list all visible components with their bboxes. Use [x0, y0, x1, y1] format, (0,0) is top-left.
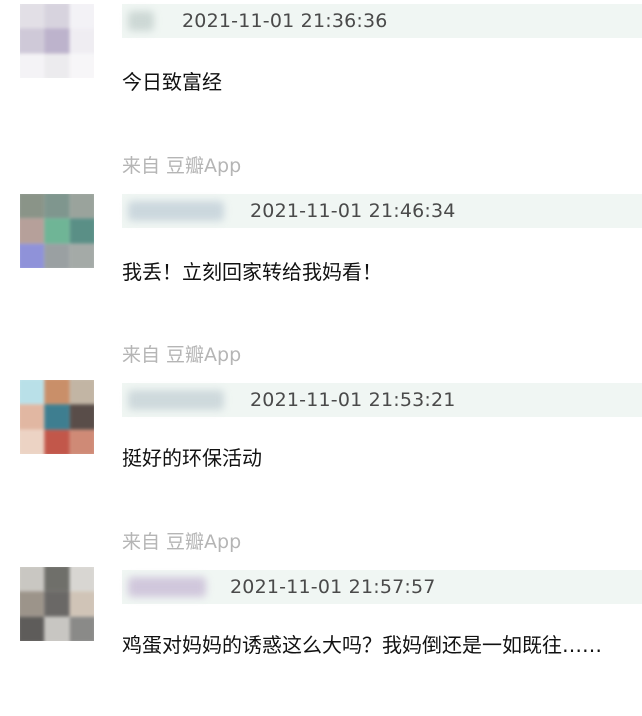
- comment-source: 来自 豆瓣App: [122, 155, 242, 177]
- comment-item: 2021-11-01 21:53:21 挺好的环保活动 来自 豆瓣App: [0, 379, 642, 553]
- comment-header: 2021-11-01 21:57:57: [122, 570, 642, 604]
- avatar-image: [20, 4, 94, 78]
- comment-header: 2021-11-01 21:36:36: [122, 4, 642, 38]
- comment-item: 2021-11-01 21:46:34 我丢！立刻回家转给我妈看！ 来自 豆瓣A…: [0, 190, 642, 366]
- comment-source: 来自 豆瓣App: [122, 531, 242, 553]
- avatar-image: [20, 194, 94, 268]
- comment-timestamp: 2021-11-01 21:36:36: [182, 10, 388, 32]
- avatar[interactable]: [20, 567, 94, 641]
- comment-source: 来自 豆瓣App: [122, 344, 242, 366]
- username-blurred[interactable]: [128, 11, 154, 31]
- avatar-image: [20, 567, 94, 641]
- comment-text: 我丢！立刻回家转给我妈看！: [122, 260, 382, 284]
- comment-timestamp: 2021-11-01 21:57:57: [230, 576, 436, 598]
- username-blurred[interactable]: [128, 577, 206, 597]
- avatar[interactable]: [20, 4, 94, 78]
- comment-item: 2021-11-01 21:36:36 今日致富经 来自 豆瓣App: [0, 0, 642, 177]
- comment-text: 今日致富经: [122, 70, 222, 94]
- avatar-image: [20, 380, 94, 454]
- avatar[interactable]: [20, 380, 94, 454]
- comment-header: 2021-11-01 21:46:34: [122, 194, 642, 228]
- comment-timestamp: 2021-11-01 21:46:34: [250, 200, 456, 222]
- comment-text: 挺好的环保活动: [122, 446, 262, 470]
- avatar[interactable]: [20, 194, 94, 268]
- comment-item: 2021-11-01 21:57:57 鸡蛋对妈妈的诱惑这么大吗？我妈倒还是一如…: [0, 566, 642, 716]
- comment-header: 2021-11-01 21:53:21: [122, 383, 642, 417]
- comment-timestamp: 2021-11-01 21:53:21: [250, 389, 456, 411]
- comment-text: 鸡蛋对妈妈的诱惑这么大吗？我妈倒还是一如既往……: [122, 633, 602, 657]
- username-blurred[interactable]: [128, 390, 224, 410]
- username-blurred[interactable]: [128, 201, 224, 221]
